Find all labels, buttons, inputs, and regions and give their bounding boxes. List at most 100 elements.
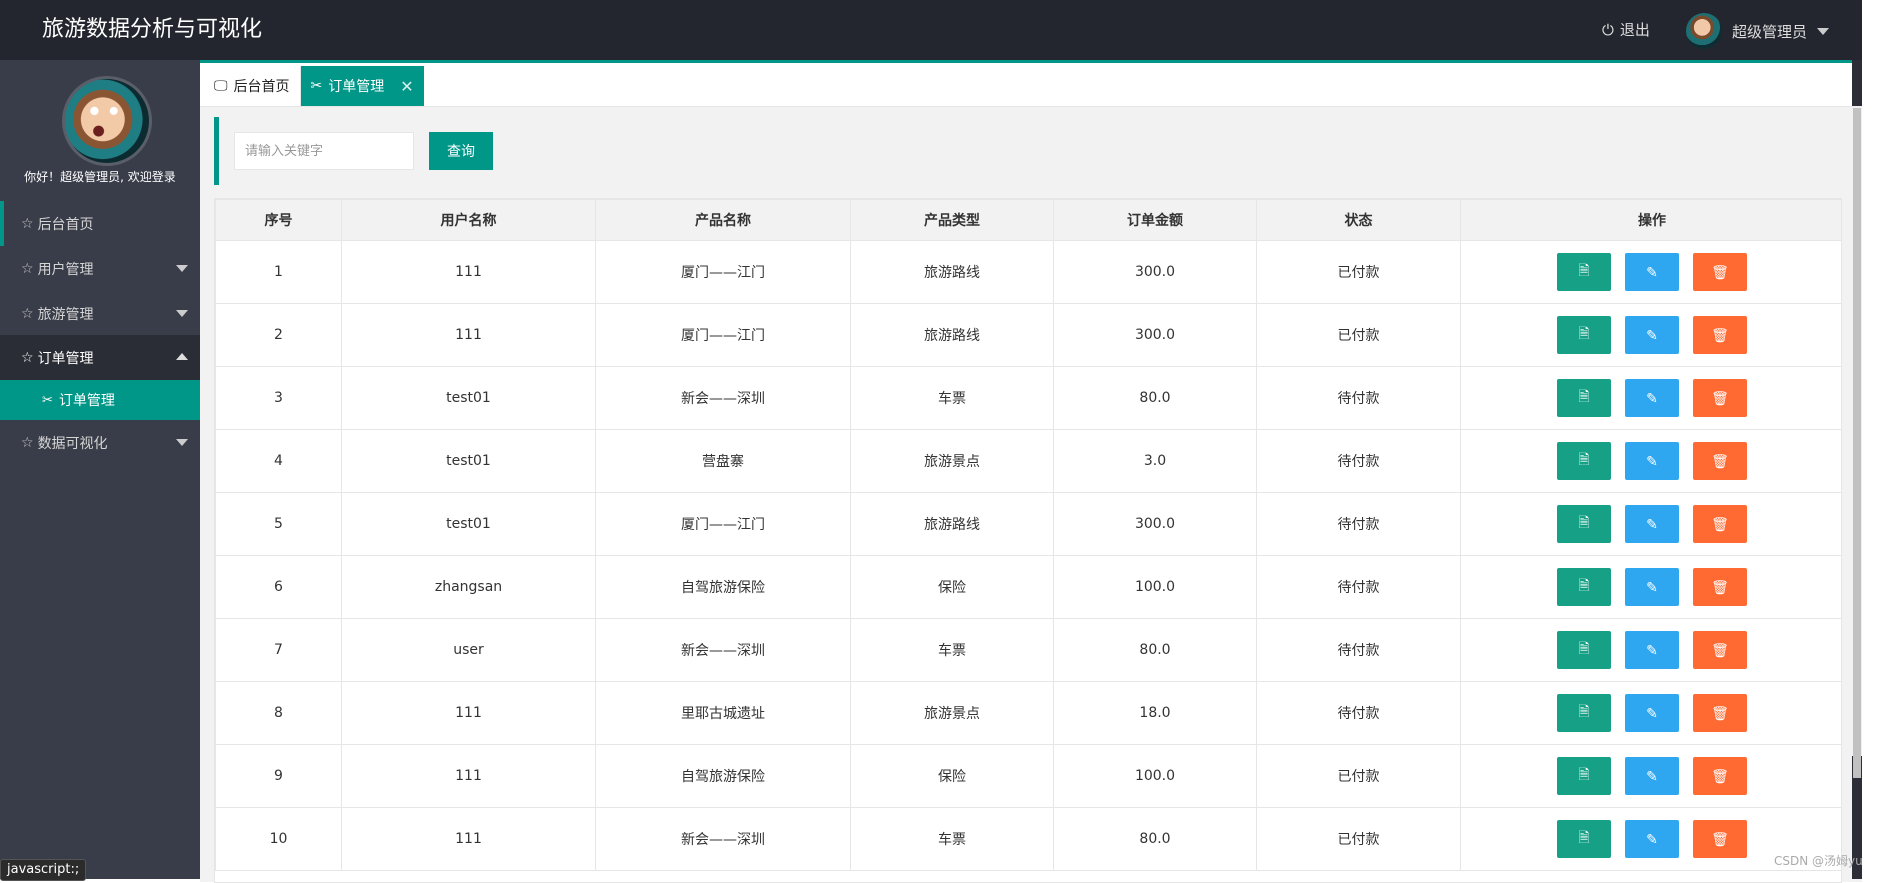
edit-button[interactable]: ✎ <box>1625 253 1679 291</box>
view-button[interactable]: 🗎 <box>1557 316 1611 354</box>
orders-table: 序号 用户名称 产品名称 产品类型 订单金额 状态 操作 1 111 厦门——江门旅… <box>214 198 1842 883</box>
cell-amount: 3.0 <box>1053 429 1257 493</box>
search-panel: 查询 <box>214 117 1840 185</box>
edit-button[interactable]: ✎ <box>1625 505 1679 543</box>
main-content: 🖵 后台首页 ✂ 订单管理 ✕ 查询 序号 用户名称 产品名称 产品类型 <box>200 60 1862 883</box>
trash-icon: 🗑 <box>1711 830 1729 847</box>
cell-username: test01 <box>341 366 596 430</box>
cell-actions: 🗎 ✎ 🗑 <box>1460 618 1841 682</box>
delete-button[interactable]: 🗑 <box>1693 316 1747 354</box>
edit-button[interactable]: ✎ <box>1625 568 1679 606</box>
cell-type: 车票 <box>850 807 1054 871</box>
trash-icon: 🗑 <box>1711 704 1729 721</box>
cell-type: 保险 <box>850 555 1054 619</box>
search-input[interactable] <box>234 132 414 170</box>
document-icon: 🗎 <box>1578 451 1590 467</box>
delete-button[interactable]: 🗑 <box>1693 568 1747 606</box>
logout-button[interactable]: ⏻ 退出 <box>1602 0 1650 60</box>
delete-button[interactable]: 🗑 <box>1693 631 1747 669</box>
sidebar-item-home[interactable]: ☆ 后台首页 <box>0 201 204 246</box>
cell-product: 自驾旅游保险 <box>595 744 851 808</box>
view-button[interactable]: 🗎 <box>1557 253 1611 291</box>
cell-amount: 80.0 <box>1053 618 1257 682</box>
power-icon: ⏻ <box>1602 21 1614 39</box>
welcome-text: 你好！超级管理员, 欢迎登录 <box>24 170 176 184</box>
action-group: 🗎 ✎ 🗑 <box>1462 379 1841 417</box>
column-header: 用户名称 <box>341 199 596 241</box>
edit-button[interactable]: ✎ <box>1625 442 1679 480</box>
column-header: 状态 <box>1256 199 1461 241</box>
close-icon[interactable]: ✕ <box>400 77 413 96</box>
view-button[interactable]: 🗎 <box>1557 694 1611 732</box>
view-button[interactable]: 🗎 <box>1557 379 1611 417</box>
edit-button[interactable]: ✎ <box>1625 757 1679 795</box>
action-group: 🗎 ✎ 🗑 <box>1462 757 1841 795</box>
tab-label: 后台首页 <box>233 79 290 95</box>
sidebar-item-label: 数据可视化 <box>37 435 108 452</box>
sidebar-item-users[interactable]: ☆ 用户管理 <box>0 246 200 291</box>
star-icon: ☆ <box>21 349 34 366</box>
tab-orders[interactable]: ✂ 订单管理 ✕ <box>300 66 424 106</box>
edit-button[interactable]: ✎ <box>1625 694 1679 732</box>
table-row: 7 user 新会——深圳 车票 80.0 待付款 🗎 ✎ 🗑 <box>215 618 1841 682</box>
sidebar-item-visualization[interactable]: ☆ 数据可视化 <box>0 420 200 465</box>
cell-amount: 80.0 <box>1053 807 1257 871</box>
view-button[interactable]: 🗎 <box>1557 820 1611 858</box>
user-menu[interactable]: 超级管理员 <box>1686 12 1830 50</box>
cell-status: 待付款 <box>1256 366 1461 430</box>
sidebar-item-orders[interactable]: ☆ 订单管理 <box>0 335 200 380</box>
view-button[interactable]: 🗎 <box>1557 442 1611 480</box>
table-row: 1 111 厦门——江门 旅游路线 300.0 已付款 🗎 ✎ 🗑 <box>215 240 1841 304</box>
sidebar-subitem-orders[interactable]: ✂ 订单管理 <box>0 380 200 420</box>
cell-type: 旅游景点 <box>850 429 1054 493</box>
search-button[interactable]: 查询 <box>429 132 493 170</box>
document-icon: 🗎 <box>1578 262 1590 278</box>
cell-product: 营盘寨 <box>595 429 851 493</box>
cell-product: 厦门——江门 <box>595 303 851 367</box>
edit-button[interactable]: ✎ <box>1625 379 1679 417</box>
sidebar: 你好！超级管理员, 欢迎登录 ☆ 后台首页 ☆ 用户管理 ☆ 旅游管理 ☆ 订单… <box>0 60 200 879</box>
action-group: 🗎 ✎ 🗑 <box>1462 316 1841 354</box>
cell-actions: 🗎 ✎ 🗑 <box>1460 429 1841 493</box>
pencil-icon: ✎ <box>1646 452 1658 469</box>
view-button[interactable]: 🗎 <box>1557 505 1611 543</box>
delete-button[interactable]: 🗑 <box>1693 253 1747 291</box>
app-title: 旅游数据分析与可视化 <box>42 17 263 42</box>
trash-icon: 🗑 <box>1711 767 1729 784</box>
cell-type: 旅游路线 <box>850 492 1054 556</box>
view-button[interactable]: 🗎 <box>1557 757 1611 795</box>
edit-button[interactable]: ✎ <box>1625 316 1679 354</box>
view-button[interactable]: 🗎 <box>1557 568 1611 606</box>
sidebar-item-travel[interactable]: ☆ 旅游管理 <box>0 291 200 336</box>
tabs-divider <box>200 106 1862 107</box>
cell-username: 111 <box>341 681 596 745</box>
cell-amount: 300.0 <box>1053 303 1257 367</box>
user-name: 超级管理员 <box>1732 22 1808 41</box>
delete-button[interactable]: 🗑 <box>1693 757 1747 795</box>
tab-label: 订单管理 <box>328 79 385 95</box>
sidebar-item-label: 订单管理 <box>37 350 94 367</box>
top-header: 旅游数据分析与可视化 ⏻ 退出 超级管理员 <box>0 0 1862 60</box>
cell-status: 待付款 <box>1256 555 1461 619</box>
pencil-icon: ✎ <box>1646 263 1658 280</box>
tab-home[interactable]: 🖵 后台首页 <box>204 66 301 106</box>
cell-type: 保险 <box>850 744 1054 808</box>
cell-product: 厦门——江门 <box>595 240 851 304</box>
column-header: 序号 <box>215 199 342 241</box>
document-icon: 🗎 <box>1578 766 1590 782</box>
edit-button[interactable]: ✎ <box>1625 820 1679 858</box>
document-icon: 🗎 <box>1578 388 1590 404</box>
cell-amount: 100.0 <box>1053 555 1257 619</box>
delete-button[interactable]: 🗑 <box>1693 379 1747 417</box>
cell-product: 新会——深圳 <box>595 618 851 682</box>
cell-index: 6 <box>215 555 342 619</box>
edit-button[interactable]: ✎ <box>1625 631 1679 669</box>
delete-button[interactable]: 🗑 <box>1693 820 1747 858</box>
delete-button[interactable]: 🗑 <box>1693 694 1747 732</box>
view-button[interactable]: 🗎 <box>1557 631 1611 669</box>
delete-button[interactable]: 🗑 <box>1693 505 1747 543</box>
delete-button[interactable]: 🗑 <box>1693 442 1747 480</box>
cell-product: 新会——深圳 <box>595 366 851 430</box>
scrollbar-thumb[interactable] <box>1853 108 1861 778</box>
cell-index: 7 <box>215 618 342 682</box>
